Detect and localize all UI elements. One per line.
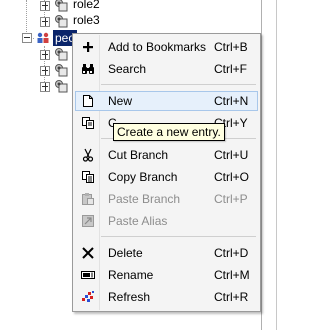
tree-expand-toggle[interactable] xyxy=(40,1,50,11)
menu-item-cut-branch[interactable]: Cut Branch Ctrl+U xyxy=(75,145,258,165)
menu-item-shortcut: Ctrl+D xyxy=(214,246,249,260)
tree-node-label[interactable]: role3 xyxy=(73,13,100,27)
refresh-icon xyxy=(81,290,95,304)
menu-item-label: New xyxy=(108,94,133,108)
panel-border xyxy=(276,0,277,330)
new-document-icon xyxy=(81,94,95,108)
menu-item-label: Refresh xyxy=(108,290,151,304)
scissors-icon xyxy=(81,148,95,162)
plus-icon xyxy=(81,40,95,54)
menu-item-label: Add to Bookmarks xyxy=(108,40,207,54)
people-node-icon xyxy=(36,31,50,45)
panel-splitter[interactable] xyxy=(261,0,262,330)
menu-item-shortcut: Ctrl+N xyxy=(214,94,249,108)
menu-item-label: Cut Branch xyxy=(108,148,169,162)
menu-item-shortcut: Ctrl+R xyxy=(214,290,249,304)
menu-item-new[interactable]: New Ctrl+N xyxy=(75,91,258,111)
paste-alias-icon xyxy=(81,214,95,228)
menu-item-label: Paste Alias xyxy=(108,214,168,228)
menu-item-rename[interactable]: Rename Ctrl+M xyxy=(75,265,258,285)
menu-item-label: Delete xyxy=(108,246,143,260)
tree-expand-toggle[interactable] xyxy=(40,17,50,27)
tooltip: Create a new entry. xyxy=(113,123,225,141)
tree-node-label[interactable]: role2 xyxy=(73,0,100,11)
menu-item-shortcut: Ctrl+O xyxy=(214,170,250,184)
menu-separator xyxy=(101,236,256,237)
menu-item-label: Rename xyxy=(108,268,154,282)
tree-collapse-toggle[interactable] xyxy=(22,33,32,43)
menu-item-add-to-bookmarks[interactable]: Add to Bookmarks Ctrl+B xyxy=(75,37,258,57)
menu-item-paste-branch[interactable]: Paste Branch Ctrl+P xyxy=(75,189,258,209)
role-node-icon xyxy=(54,47,68,61)
context-menu: Add to Bookmarks Ctrl+B Search Ctrl+F Ne… xyxy=(72,33,261,312)
role-node-icon xyxy=(54,63,68,77)
menu-item-shortcut: Ctrl+U xyxy=(214,148,249,162)
menu-item-paste-alias[interactable]: Paste Alias xyxy=(75,211,258,231)
menu-item-shortcut: Ctrl+B xyxy=(214,40,248,54)
tree-expand-toggle[interactable] xyxy=(40,82,50,92)
role-node-icon xyxy=(54,0,68,12)
menu-separator xyxy=(101,84,256,85)
menu-item-refresh[interactable]: Refresh Ctrl+R xyxy=(75,287,258,307)
rename-icon xyxy=(81,268,95,282)
menu-item-label: Paste Branch xyxy=(108,192,181,206)
tree-expand-toggle[interactable] xyxy=(40,50,50,60)
menu-item-delete[interactable]: Delete Ctrl+D xyxy=(75,243,258,263)
binoculars-icon xyxy=(81,62,95,76)
ldap-browser-window: role2 role3 peo Add to Bookmarks Ctrl+B … xyxy=(0,0,285,330)
role-node-icon xyxy=(54,79,68,93)
menu-item-label: Copy Branch xyxy=(108,170,178,184)
role-node-icon xyxy=(54,14,68,28)
menu-item-label: Search xyxy=(108,62,147,76)
paste-icon xyxy=(81,192,95,206)
menu-item-shortcut: Ctrl+M xyxy=(214,268,250,282)
menu-item-search[interactable]: Search Ctrl+F xyxy=(75,59,258,79)
tree-expand-toggle[interactable] xyxy=(40,66,50,76)
delete-x-icon xyxy=(81,246,95,260)
copy-dn-icon xyxy=(81,116,95,130)
menu-item-shortcut: Ctrl+P xyxy=(214,192,248,206)
copy-icon xyxy=(81,170,95,184)
menu-item-shortcut: Ctrl+F xyxy=(214,62,247,76)
menu-item-copy-branch[interactable]: Copy Branch Ctrl+O xyxy=(75,167,258,187)
